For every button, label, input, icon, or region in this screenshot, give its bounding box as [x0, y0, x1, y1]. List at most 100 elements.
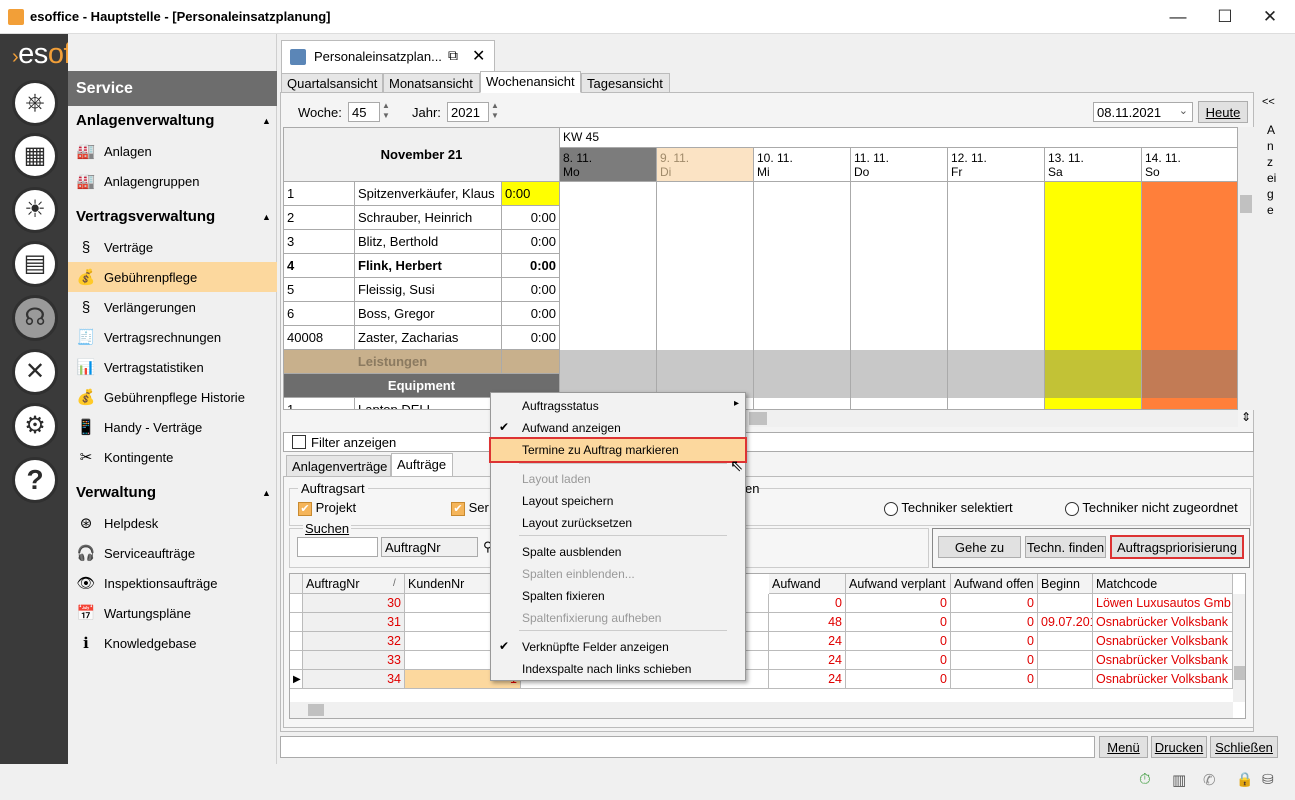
close-tab-icon[interactable]: ✕	[472, 46, 485, 66]
section-anlagenverwaltung[interactable]: Anlagenverwaltung	[76, 112, 214, 129]
table-vscroll[interactable]	[1233, 594, 1245, 702]
radio-techniker-selektiert[interactable]: Techniker selektiert	[884, 500, 1013, 516]
drucken-button[interactable]: Drucken	[1151, 736, 1207, 758]
cell-aufwand-verplant[interactable]: 0	[846, 594, 951, 613]
planner-grid[interactable]: November 21 KW 45 8. 11. Mo 9. 11. Di 10. 11…	[283, 127, 1238, 410]
menu-item-anlagen[interactable]: 🏭 Anlagen	[68, 136, 277, 166]
context-item-1[interactable]: ✔ Aufwand anzeigen	[491, 417, 745, 439]
money-icon[interactable]: ▤	[12, 241, 58, 287]
table-scroll-thumb[interactable]	[1234, 666, 1245, 680]
help-icon[interactable]: ?	[12, 457, 58, 503]
day-column-4[interactable]	[948, 182, 1045, 409]
radio-icon[interactable]	[884, 501, 898, 516]
col-aufwand-offen[interactable]: Aufwand offen	[951, 574, 1038, 594]
phone-icon[interactable]: ✆	[1203, 771, 1216, 789]
cell-aufwand-offen[interactable]: 0	[951, 613, 1038, 632]
auftraege-table[interactable]: AuftragNr / KundenNr Aufwand Aufwand ver…	[289, 573, 1246, 719]
cell-beginn[interactable]	[1038, 670, 1093, 689]
employee-name[interactable]: Blitz, Berthold	[355, 230, 502, 254]
context-item-4[interactable]: Layout speichern	[491, 490, 745, 512]
collapse-icon[interactable]: ▲	[262, 212, 271, 222]
techn-finden-button[interactable]: Techn. finden	[1025, 536, 1106, 558]
planner-vscroll[interactable]	[1238, 127, 1254, 410]
menu-item-gebuehrenpflege[interactable]: 💰 Gebührenpflege	[68, 262, 277, 292]
woche-input[interactable]: 45	[348, 102, 380, 122]
lock-icon[interactable]: 🔒	[1236, 771, 1253, 788]
database-icon[interactable]: ⛁	[1262, 771, 1274, 788]
search-input[interactable]	[297, 537, 378, 557]
row-indicator[interactable]	[290, 651, 303, 670]
cell-matchcode[interactable]: Löwen Luxusautos Gmb	[1093, 594, 1233, 613]
checkbox-checked-icon[interactable]: ✔	[298, 501, 312, 516]
cell-aufwand-verplant[interactable]: 0	[846, 613, 951, 632]
tab-auftraege[interactable]: Aufträge	[391, 453, 453, 477]
cell-matchcode[interactable]: Osnabrücker Volksbank	[1093, 651, 1233, 670]
day-header-3[interactable]: 11. 11. Do	[851, 148, 948, 182]
day-column-6[interactable]	[1142, 182, 1237, 409]
jahr-input[interactable]: 2021	[447, 102, 489, 122]
tab-monatsansicht[interactable]: Monatsansicht	[383, 73, 480, 93]
menu-item-helpdesk[interactable]: ⊛ Helpdesk	[68, 508, 277, 538]
document-tab[interactable]: Personaleinsatzplan... ⧉ ✕	[281, 40, 495, 73]
row-indicator[interactable]	[290, 594, 303, 613]
menu-item-vertragsrechnungen[interactable]: 🧾 Vertragsrechnungen	[68, 322, 277, 352]
col-aufwand[interactable]: Aufwand	[769, 574, 846, 594]
settings-icon[interactable]: ⚙	[12, 403, 58, 449]
day-header-4[interactable]: 12. 11. Fr	[948, 148, 1045, 182]
checkbox-checked-icon[interactable]: ✔	[451, 501, 465, 516]
menu-item-vertraege[interactable]: § Verträge	[68, 232, 277, 262]
employee-name[interactable]: Spitzenverkäufer, Klaus	[355, 182, 502, 206]
tab-tagesansicht[interactable]: Tagesansicht	[581, 73, 670, 93]
tab-quartalsansicht[interactable]: Quartalsansicht	[281, 73, 383, 93]
section-verwaltung[interactable]: Verwaltung	[76, 484, 156, 501]
menu-item-anlagengruppen[interactable]: 🏭 Anlagengruppen	[68, 166, 277, 196]
menu-item-serviceauftraege[interactable]: 🎧 Serviceaufträge	[68, 538, 277, 568]
cell-aufwand[interactable]: 48	[769, 613, 846, 632]
chevron-down-icon[interactable]: ⌄	[1179, 104, 1188, 117]
col-matchcode[interactable]: Matchcode	[1093, 574, 1233, 594]
cell-auftragnr[interactable]: 31	[303, 613, 405, 632]
day-column-3[interactable]	[851, 182, 948, 409]
cell-beginn[interactable]: 09.07.201	[1038, 613, 1093, 632]
day-header-6[interactable]: 14. 11. So	[1142, 148, 1237, 182]
cell-matchcode[interactable]: Osnabrücker Volksbank	[1093, 613, 1233, 632]
radio-icon[interactable]	[1065, 501, 1079, 516]
helm-icon[interactable]: ⎈	[12, 80, 58, 126]
day-column-0[interactable]	[560, 182, 657, 409]
context-item-11[interactable]: Indexspalte nach links schieben	[491, 658, 745, 680]
heute-button[interactable]: Heute	[1198, 101, 1248, 123]
minimize-button[interactable]: —	[1166, 5, 1190, 29]
menu-item-kontingente[interactable]: ✂ Kontingente	[68, 442, 277, 472]
context-item-2[interactable]: Termine zu Auftrag markieren	[489, 437, 747, 463]
day-header-1[interactable]: 9. 11. Di	[657, 148, 754, 182]
cell-aufwand-verplant[interactable]: 0	[846, 651, 951, 670]
col-beginn[interactable]: Beginn	[1038, 574, 1093, 594]
day-column-5[interactable]	[1045, 182, 1142, 409]
table-hscroll-thumb[interactable]	[308, 704, 324, 716]
gehe-zu-button[interactable]: Gehe zu	[938, 536, 1021, 558]
context-item-10[interactable]: ✔ Verknüpfte Felder anzeigen	[491, 636, 745, 658]
context-item-5[interactable]: Layout zurücksetzen	[491, 512, 745, 534]
tab-anlagenvertraege[interactable]: Anlagenverträge	[286, 455, 391, 477]
maximize-button[interactable]: ☐	[1213, 5, 1237, 29]
table-hscroll[interactable]	[290, 702, 1233, 718]
auftragspriorisierung-button[interactable]: Auftragspriorisierung	[1110, 535, 1244, 559]
menu-item-verlaengerungen[interactable]: § Verlängerungen	[68, 292, 277, 322]
headset-icon[interactable]: ☊	[12, 295, 58, 341]
hscroll-thumb[interactable]	[749, 412, 767, 425]
col-auftragnr[interactable]: AuftragNr	[303, 574, 405, 594]
anzeige-side-label[interactable]: Anzeige	[1267, 122, 1277, 218]
collapse-icon[interactable]: ▲	[262, 488, 271, 498]
cell-auftragnr[interactable]: 30	[303, 594, 405, 613]
menu-item-knowledgebase[interactable]: ℹ Knowledgebase	[68, 628, 277, 658]
service-option[interactable]: ✔ Ser	[451, 500, 489, 516]
context-item-8[interactable]: Spalten fixieren	[491, 585, 745, 607]
day-header-2[interactable]: 10. 11. Mi	[754, 148, 851, 182]
projekt-option[interactable]: ✔ Projekt	[298, 500, 356, 516]
cell-aufwand-verplant[interactable]: 0	[846, 670, 951, 689]
alarm-icon[interactable]: ☀	[12, 187, 58, 233]
menu-item-wartungsplaene[interactable]: 📅 Wartungspläne	[68, 598, 277, 628]
close-window-button[interactable]: ✕	[1258, 5, 1282, 29]
cell-aufwand-verplant[interactable]: 0	[846, 632, 951, 651]
employee-name[interactable]: Boss, Gregor	[355, 302, 502, 326]
